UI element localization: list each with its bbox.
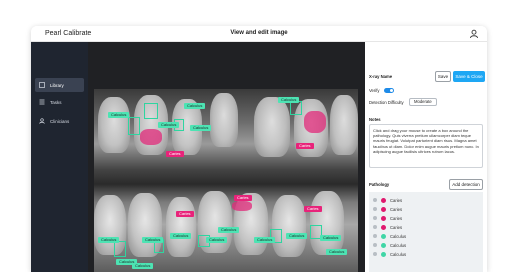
tooth <box>310 191 344 255</box>
calculus-tag[interactable]: Calculus <box>142 237 164 243</box>
page-title: View and edit image <box>230 30 288 36</box>
add-detection-button[interactable]: Add detection <box>449 179 483 190</box>
caries-lesion <box>232 201 252 211</box>
visibility-icon[interactable] <box>373 243 377 247</box>
pathology-item-label: Caries <box>390 206 403 212</box>
caries-dot-icon <box>381 197 386 203</box>
sidebar: Library Tasks Clinicians <box>31 42 88 272</box>
caries-dot-icon <box>381 215 386 221</box>
pathology-list: Caries Caries Caries Caries Calculus Cal… <box>369 192 483 272</box>
tooth <box>98 97 130 153</box>
verify-toggle[interactable] <box>384 88 394 93</box>
pathology-item[interactable]: Caries <box>373 214 402 222</box>
calculus-tag[interactable]: Calculus <box>98 237 120 243</box>
caries-tag[interactable]: Caries <box>304 206 322 212</box>
library-icon <box>39 82 45 88</box>
sidebar-item-clinicians[interactable]: Clinicians <box>35 114 84 128</box>
calculus-dot-icon <box>381 242 386 248</box>
xray-image[interactable]: Calculus Calculus Calculus Calculus Cari… <box>94 89 358 272</box>
visibility-icon[interactable] <box>373 252 377 256</box>
calculus-tag[interactable]: Calculus <box>132 263 154 269</box>
calculus-dot-icon <box>381 233 386 239</box>
calculus-bbox[interactable] <box>290 101 302 115</box>
calculus-tag[interactable]: Calculus <box>206 237 228 243</box>
xray-name-label: X-ray Name <box>369 74 393 79</box>
pathology-item-label: Calculus <box>390 242 407 248</box>
caries-dot-icon <box>381 224 386 230</box>
tooth <box>210 93 238 147</box>
pathology-item[interactable]: Calculus <box>373 250 406 258</box>
pathology-item[interactable]: Caries <box>373 205 402 213</box>
pathology-item-label: Calculus <box>390 233 407 239</box>
save-button[interactable]: Save <box>435 71 451 82</box>
sidebar-item-label: Tasks <box>50 99 62 105</box>
calculus-tag[interactable]: Calculus <box>254 237 276 243</box>
visibility-icon[interactable] <box>373 234 377 238</box>
calculus-tag[interactable]: Calculus <box>326 249 348 255</box>
tooth <box>166 197 196 257</box>
visibility-icon[interactable] <box>373 225 377 229</box>
calculus-tag[interactable]: Calculus <box>184 103 206 109</box>
pathology-item-label: Caries <box>390 197 403 203</box>
pathology-item-label: Calculus <box>390 251 407 257</box>
calculus-bbox[interactable] <box>128 117 140 135</box>
sidebar-item-label: Clinicians <box>50 118 70 124</box>
top-bar: Pearl Calibrate View and edit image <box>31 26 487 42</box>
details-panel: X-ray Name Save Save & Close Verify Dete… <box>365 42 487 272</box>
pathology-item[interactable]: Caries <box>373 196 402 204</box>
calculus-bbox[interactable] <box>114 241 126 257</box>
image-viewer[interactable]: Calculus Calculus Calculus Calculus Cari… <box>88 42 365 272</box>
calculus-tag[interactable]: Calculus <box>320 235 342 241</box>
notes-textarea[interactable]: Click and drag your mouse to create a bo… <box>369 124 483 168</box>
difficulty-select[interactable]: Moderate <box>409 98 437 106</box>
caries-tag[interactable]: Caries <box>176 211 194 217</box>
calculus-tag[interactable]: Calculus <box>278 97 300 103</box>
pathology-item[interactable]: Calculus <box>373 241 406 249</box>
app-window: Pearl Calibrate View and edit image Libr… <box>31 26 487 272</box>
tasks-icon <box>39 99 45 105</box>
sidebar-item-library[interactable]: Library <box>35 78 84 92</box>
caries-dot-icon <box>381 206 386 212</box>
calculus-tag[interactable]: Calculus <box>218 227 240 233</box>
caries-lesion <box>140 129 162 145</box>
user-icon[interactable] <box>469 29 479 39</box>
difficulty-label: Detection Difficulty <box>369 100 404 105</box>
pathology-item[interactable]: Calculus <box>373 232 406 240</box>
pathology-item[interactable]: Caries <box>373 223 402 231</box>
save-close-button[interactable]: Save & Close <box>453 71 485 82</box>
notes-label: Notes <box>369 117 381 122</box>
tooth <box>272 195 306 257</box>
pathology-item-label: Caries <box>390 224 403 230</box>
clinicians-icon <box>39 118 45 124</box>
caries-tag[interactable]: Caries <box>296 143 314 149</box>
calculus-bbox[interactable] <box>144 103 158 119</box>
calculus-tag[interactable]: Calculus <box>158 122 180 128</box>
sidebar-item-tasks[interactable]: Tasks <box>35 95 84 109</box>
caries-tag[interactable]: Caries <box>166 151 184 157</box>
calculus-tag[interactable]: Calculus <box>170 233 192 239</box>
calculus-tag[interactable]: Calculus <box>108 112 130 118</box>
tooth <box>330 95 358 155</box>
caries-tag[interactable]: Caries <box>234 195 252 201</box>
calculus-dot-icon <box>381 251 386 257</box>
sidebar-item-label: Library <box>50 82 64 88</box>
visibility-icon[interactable] <box>373 207 377 211</box>
verify-label: Verify <box>369 88 380 93</box>
visibility-icon[interactable] <box>373 216 377 220</box>
calculus-tag[interactable]: Calculus <box>190 125 212 131</box>
visibility-icon[interactable] <box>373 198 377 202</box>
pathology-item-label: Caries <box>390 215 403 221</box>
calculus-tag[interactable]: Calculus <box>286 233 308 239</box>
tooth <box>254 97 290 157</box>
caries-lesion <box>304 111 326 133</box>
pathology-label: Pathology <box>369 182 390 187</box>
